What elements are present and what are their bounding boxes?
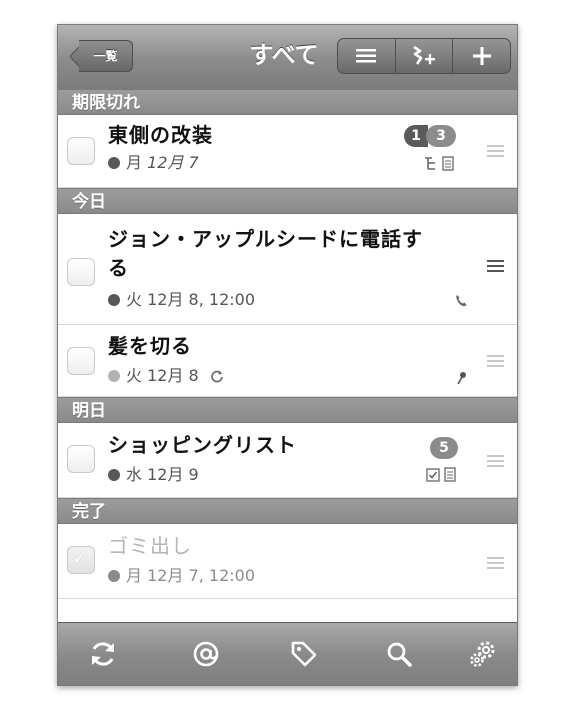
add-icon — [472, 47, 491, 65]
task-row-shopping[interactable]: ショッピングリスト 水 12月 9 5 — [58, 423, 517, 498]
task-checkbox[interactable] — [67, 347, 95, 375]
task-date: 火 12月 8, 12:00 — [108, 290, 255, 310]
list-icon — [356, 49, 377, 63]
sync-icon — [92, 642, 114, 666]
section-header-completed: 完了 — [58, 498, 517, 524]
drag-handle[interactable] — [487, 455, 504, 467]
subtask-count-badge: 3 — [426, 125, 456, 147]
priority-dot — [108, 294, 120, 306]
at-icon — [193, 641, 219, 667]
checklist-icon — [426, 468, 440, 482]
page-title: すべて — [249, 41, 319, 69]
drag-handle[interactable] — [487, 145, 504, 157]
segmented-control — [337, 38, 511, 74]
section-header-tomorrow: 明日 — [58, 397, 517, 423]
bottom-toolbar — [58, 622, 517, 685]
settings-icon — [470, 641, 495, 667]
priority-dot — [108, 570, 120, 582]
task-checkbox[interactable] — [67, 445, 95, 473]
back-button-label: 一覧 — [79, 40, 133, 72]
task-title: ショッピングリスト — [108, 433, 297, 457]
app-screen: 一覧 すべて 期限切れ 東側の改装 月 12月 7 1 3 今日 ジョン・アップ… — [57, 24, 518, 686]
subtasks-icon — [425, 157, 435, 170]
task-row-garbage[interactable]: ゴミ出し 月 12月 7, 12:00 — [58, 524, 517, 599]
section-header-overdue: 期限切れ — [58, 89, 517, 115]
drag-handle[interactable] — [487, 557, 504, 569]
add-task-button[interactable] — [452, 39, 510, 73]
navigation-bar: 一覧 すべて — [58, 25, 517, 90]
sync-button[interactable] — [85, 637, 121, 671]
location-pin-icon — [457, 372, 466, 385]
back-button[interactable]: 一覧 — [67, 40, 133, 72]
task-checkbox-checked[interactable] — [67, 546, 95, 574]
task-checkbox[interactable] — [67, 137, 95, 165]
subtask-add-icon — [413, 45, 435, 65]
task-checkbox[interactable] — [67, 258, 95, 286]
task-title-line1: ジョン・アップルシードに電話す — [108, 227, 423, 251]
task-title: 東側の改装 — [108, 123, 213, 147]
task-title-line2: る — [108, 256, 129, 280]
search-button[interactable] — [381, 637, 417, 671]
empty-list-area — [58, 599, 517, 622]
tags-button[interactable] — [286, 637, 322, 671]
task-row-renovation[interactable]: 東側の改装 月 12月 7 1 3 — [58, 115, 517, 188]
section-header-today: 今日 — [58, 188, 517, 214]
note-icon — [444, 467, 456, 482]
subtask-count-badge: 5 — [430, 437, 458, 459]
search-icon — [387, 642, 412, 667]
phone-icon — [456, 295, 467, 307]
task-date: 水 12月 9 — [108, 465, 199, 485]
task-date: 月 12月 7 — [108, 153, 199, 173]
priority-dot — [108, 469, 120, 481]
priority-dot — [108, 370, 120, 382]
drag-handle[interactable] — [487, 355, 504, 367]
tag-icon — [291, 641, 317, 667]
task-title: 髪を切る — [108, 334, 192, 358]
task-row-haircut[interactable]: 髪を切る 火 12月 8 — [58, 325, 517, 397]
settings-button[interactable] — [465, 637, 501, 671]
contexts-button[interactable] — [188, 637, 224, 671]
list-view-button[interactable] — [338, 39, 395, 73]
repeat-icon — [211, 370, 223, 383]
task-title: ゴミ出し — [108, 534, 192, 558]
priority-dot — [108, 157, 120, 169]
note-icon — [442, 156, 454, 171]
drag-handle[interactable] — [487, 260, 504, 272]
add-subtask-button[interactable] — [394, 39, 453, 73]
overdue-count-badge: 1 — [404, 125, 428, 147]
task-date: 月 12月 7, 12:00 — [108, 566, 255, 586]
task-row-call[interactable]: ジョン・アップルシードに電話す る 火 12月 8, 12:00 — [58, 214, 517, 325]
task-date: 火 12月 8 — [108, 366, 224, 386]
